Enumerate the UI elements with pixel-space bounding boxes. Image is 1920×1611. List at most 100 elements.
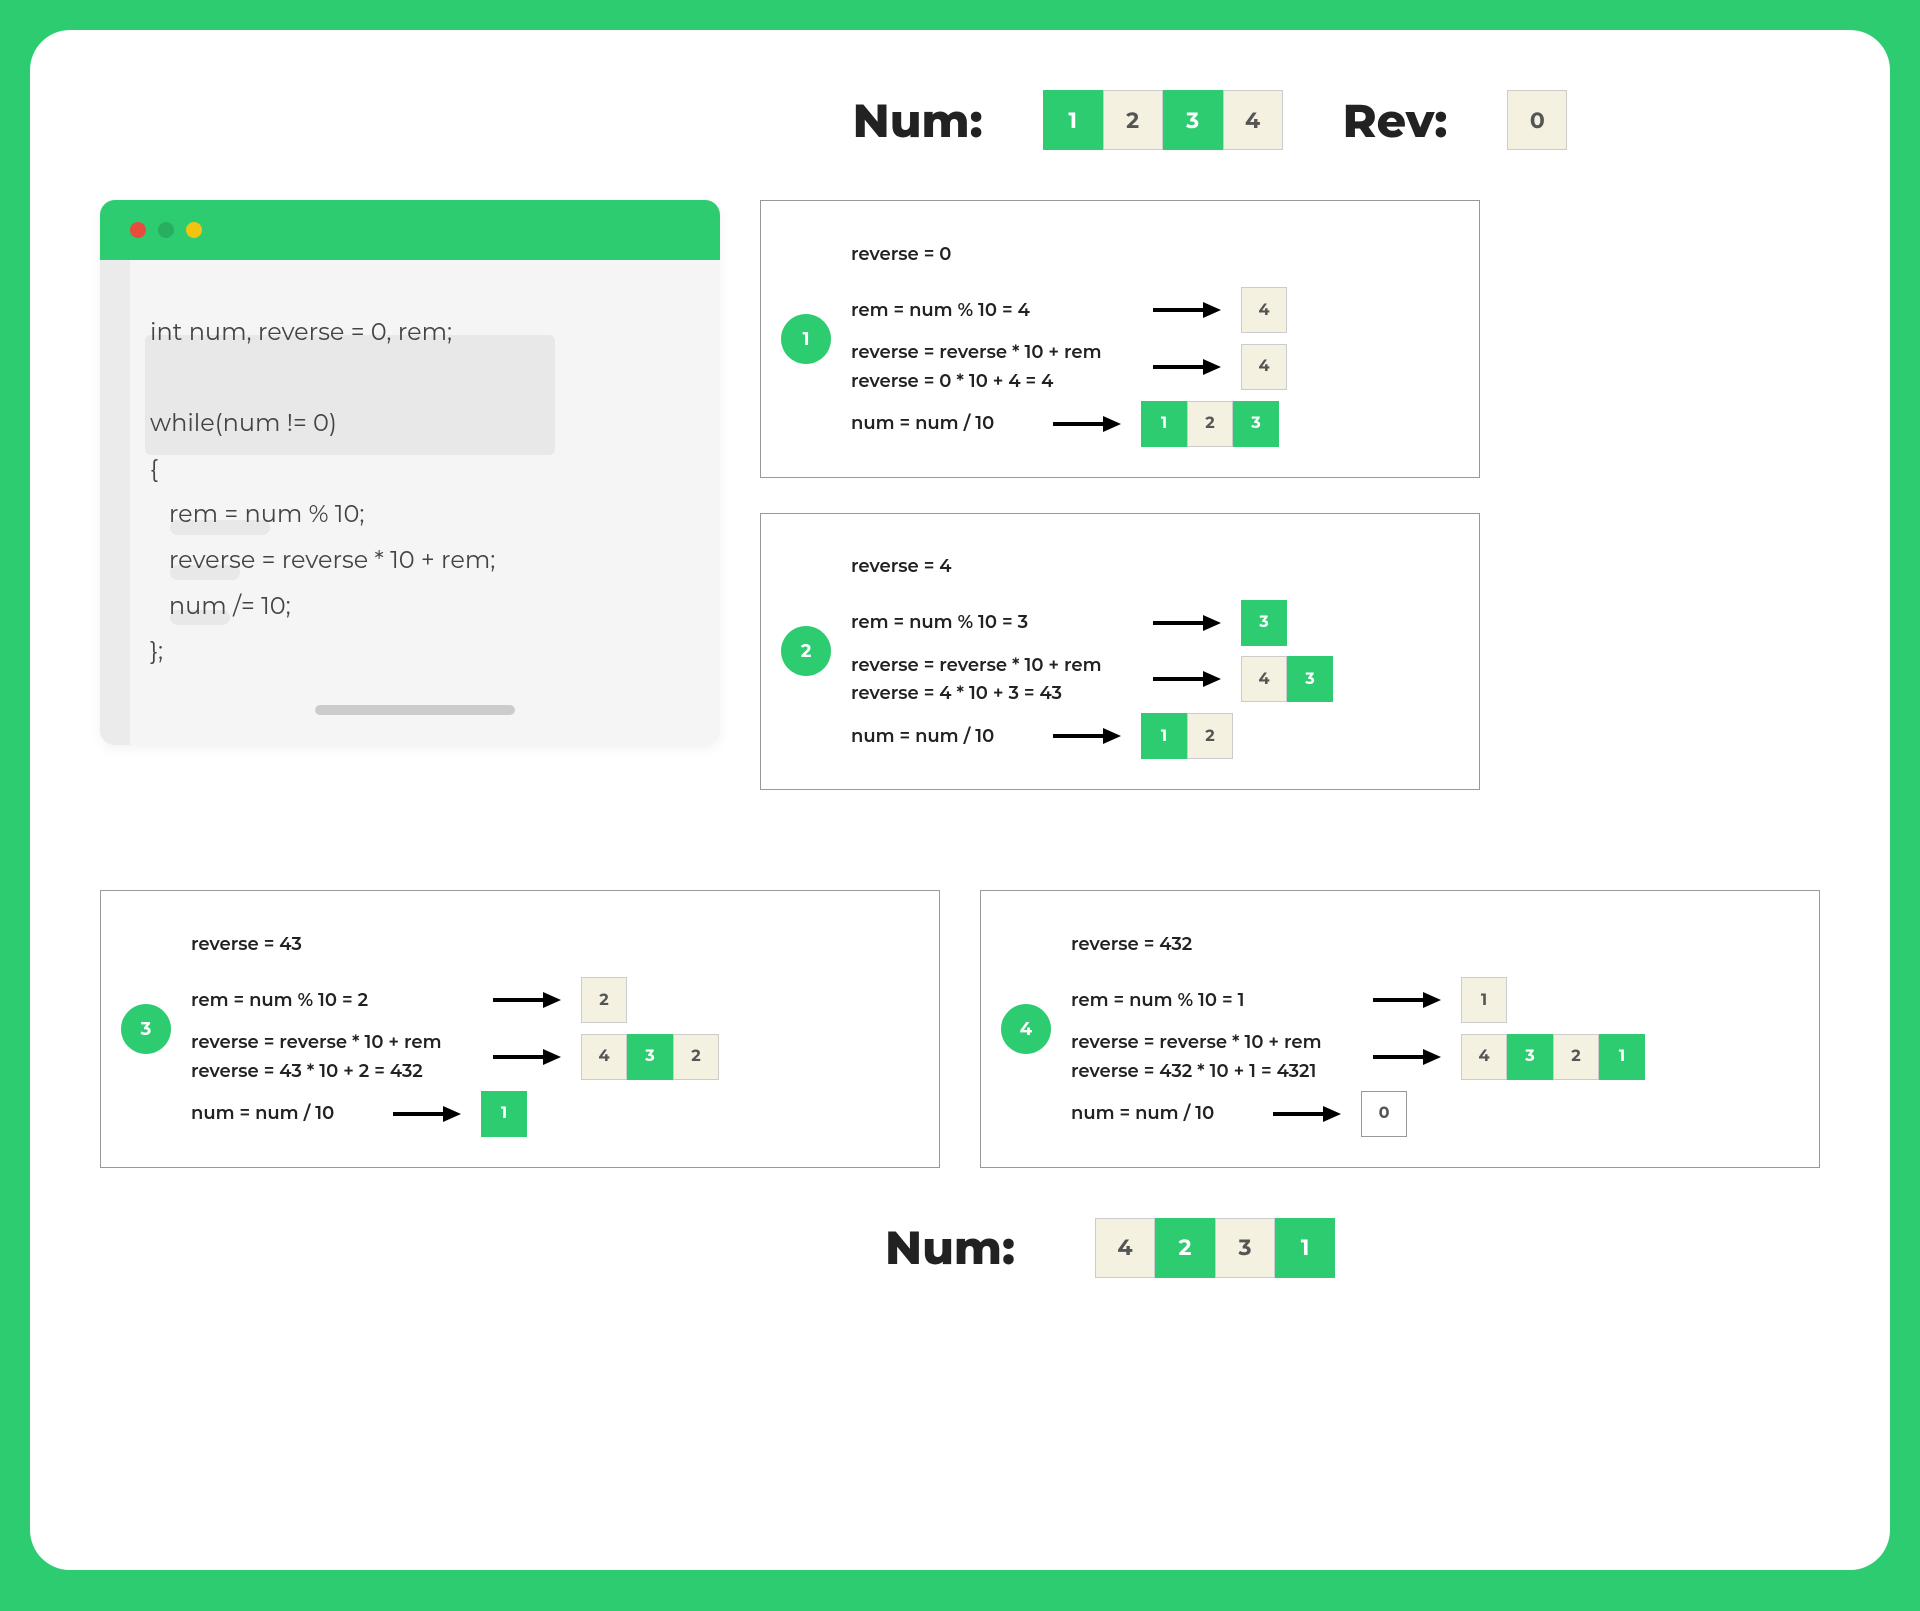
- num-label: Num:: [853, 92, 983, 149]
- code-line: [150, 356, 680, 402]
- arrow-icon: [1151, 613, 1221, 633]
- digit-cell: 3: [1241, 600, 1287, 646]
- digit-cell: 1: [1461, 977, 1507, 1023]
- digit-cell: 3: [1287, 656, 1333, 702]
- digit-row: 0: [1361, 1091, 1407, 1137]
- digit-cell: 2: [1187, 713, 1233, 759]
- code-line: num /= 10;: [150, 584, 680, 630]
- digit-row: 432: [581, 1034, 719, 1080]
- digit-row: 4321: [1461, 1034, 1645, 1080]
- step-number: 4: [1001, 1004, 1051, 1054]
- step-row: reverse = reverse * 10 + remreverse = 0 …: [851, 338, 1449, 396]
- digit-cell: 2: [1553, 1034, 1599, 1080]
- diagram-page: Num: 1234 Rev: 0 int num, reverse = 0, r…: [30, 30, 1890, 1570]
- digit-row: 43: [1241, 656, 1333, 702]
- code-line: int num, reverse = 0, rem;: [150, 310, 680, 356]
- arrow-icon: [491, 1047, 561, 1067]
- maximize-icon: [186, 222, 202, 238]
- digit-cell: 4: [1223, 90, 1283, 150]
- digit-cell: 1: [1275, 1218, 1335, 1278]
- digit-cell: 1: [1043, 90, 1103, 150]
- digit-cell: 1: [1141, 713, 1187, 759]
- footer-label: Num:: [885, 1219, 1015, 1276]
- digit-row: 12: [1141, 713, 1233, 759]
- arrow-icon: [1051, 726, 1121, 746]
- step-text: num = num / 10: [851, 409, 1031, 438]
- step-row: rem = num % 10 = 4 4: [851, 282, 1449, 338]
- step-box: 4 reverse = 432 rem = num % 10 = 1 1 reverse…: [980, 890, 1820, 1168]
- digit-cell: 2: [1187, 401, 1233, 447]
- arrow-icon: [391, 1104, 461, 1124]
- step-text: num = num / 10: [1071, 1099, 1251, 1128]
- step-text: rem = num % 10 = 4: [851, 296, 1131, 325]
- arrow-icon: [1271, 1104, 1341, 1124]
- steps-column-right: 1reverse = 0rem = num % 10 = 44reverse =…: [760, 200, 1480, 790]
- step-text: reverse = 43: [191, 930, 471, 959]
- arrow-icon: [1151, 669, 1221, 689]
- step-row: num = num / 10 123: [851, 396, 1449, 452]
- main-grid: int num, reverse = 0, rem; while(num != …: [100, 200, 1820, 790]
- step-box: 2 reverse = 4 rem = num % 10 = 33reverse =…: [760, 513, 1480, 791]
- step-number: 1: [781, 314, 831, 364]
- digit-cell: 3: [1507, 1034, 1553, 1080]
- footer-digits: 4231: [1095, 1218, 1335, 1278]
- digit-cell: 3: [627, 1034, 673, 1080]
- code-line: rem = num % 10;: [150, 492, 680, 538]
- digit-cell: 1: [481, 1091, 527, 1137]
- arrow-icon: [1051, 414, 1121, 434]
- window-titlebar: [100, 200, 720, 260]
- digit-cell: 2: [581, 977, 627, 1023]
- arrow-icon: [1151, 300, 1221, 320]
- step-number: 3: [121, 1004, 171, 1054]
- step-text: reverse = reverse * 10 + remreverse = 0 …: [851, 338, 1131, 396]
- digit-cell: 0: [1507, 90, 1567, 150]
- step-row: num = num / 1012: [851, 708, 1449, 764]
- digit-row: 4: [1241, 287, 1287, 333]
- step-text: reverse = 0: [851, 240, 1131, 269]
- digit-row: 1: [481, 1091, 527, 1137]
- arrow-icon: [491, 990, 561, 1010]
- arrow-icon: [1371, 1047, 1441, 1067]
- close-icon: [130, 222, 146, 238]
- digit-row: 3: [1241, 600, 1287, 646]
- step-box: 1 reverse = 0 rem = num % 10 = 4 4 reverse =…: [760, 200, 1480, 478]
- step-row: reverse = reverse * 10 + remreverse = 43…: [1071, 1028, 1789, 1086]
- step-text: rem = num % 10 = 1: [1071, 986, 1351, 1015]
- arrow-icon: [1371, 990, 1441, 1010]
- code-window: int num, reverse = 0, rem; while(num != …: [100, 200, 720, 745]
- digit-cell: 2: [1155, 1218, 1215, 1278]
- step-text: rem = num % 10 = 2: [191, 986, 471, 1015]
- step-text: reverse = reverse * 10 + remreverse = 43…: [191, 1028, 471, 1086]
- digit-cell: 2: [673, 1034, 719, 1080]
- step-row: reverse = reverse * 10 + remreverse = 4 …: [851, 651, 1449, 709]
- digit-cell: 0: [1361, 1091, 1407, 1137]
- steps-bottom-grid: 3 reverse = 43 rem = num % 10 = 2 2 reverse …: [100, 890, 1820, 1168]
- step-row: rem = num % 10 = 33: [851, 595, 1449, 651]
- header-row: Num: 1234 Rev: 0: [600, 90, 1820, 150]
- minimize-icon: [158, 222, 174, 238]
- arrow-icon: [1151, 357, 1221, 377]
- rev-digits: 0: [1507, 90, 1567, 150]
- step-row: num = num / 10 0: [1071, 1086, 1789, 1142]
- digit-cell: 4: [1241, 344, 1287, 390]
- digit-cell: 4: [1241, 656, 1287, 702]
- digit-row: 123: [1141, 401, 1279, 447]
- digit-row: 4: [1241, 344, 1287, 390]
- code-line: reverse = reverse * 10 + rem;: [150, 538, 680, 584]
- step-box: 3 reverse = 43 rem = num % 10 = 2 2 reverse …: [100, 890, 940, 1168]
- digit-cell: 4: [1095, 1218, 1155, 1278]
- step-text: reverse = reverse * 10 + remreverse = 43…: [1071, 1028, 1351, 1086]
- step-row: num = num / 101: [191, 1086, 909, 1142]
- step-text: reverse = 432: [1071, 930, 1351, 959]
- step-text: reverse = 4: [851, 552, 1131, 581]
- step-row: reverse = reverse * 10 + remreverse = 43…: [191, 1028, 909, 1086]
- digit-cell: 1: [1599, 1034, 1645, 1080]
- footer-row: Num: 4231: [400, 1218, 1820, 1278]
- step-row: rem = num % 10 = 1 1: [1071, 972, 1789, 1028]
- digit-cell: 4: [581, 1034, 627, 1080]
- step-row: rem = num % 10 = 2 2: [191, 972, 909, 1028]
- code-line: {: [150, 447, 680, 493]
- code-body: int num, reverse = 0, rem; while(num != …: [100, 260, 720, 745]
- step-number: 2: [781, 626, 831, 676]
- digit-cell: 4: [1461, 1034, 1507, 1080]
